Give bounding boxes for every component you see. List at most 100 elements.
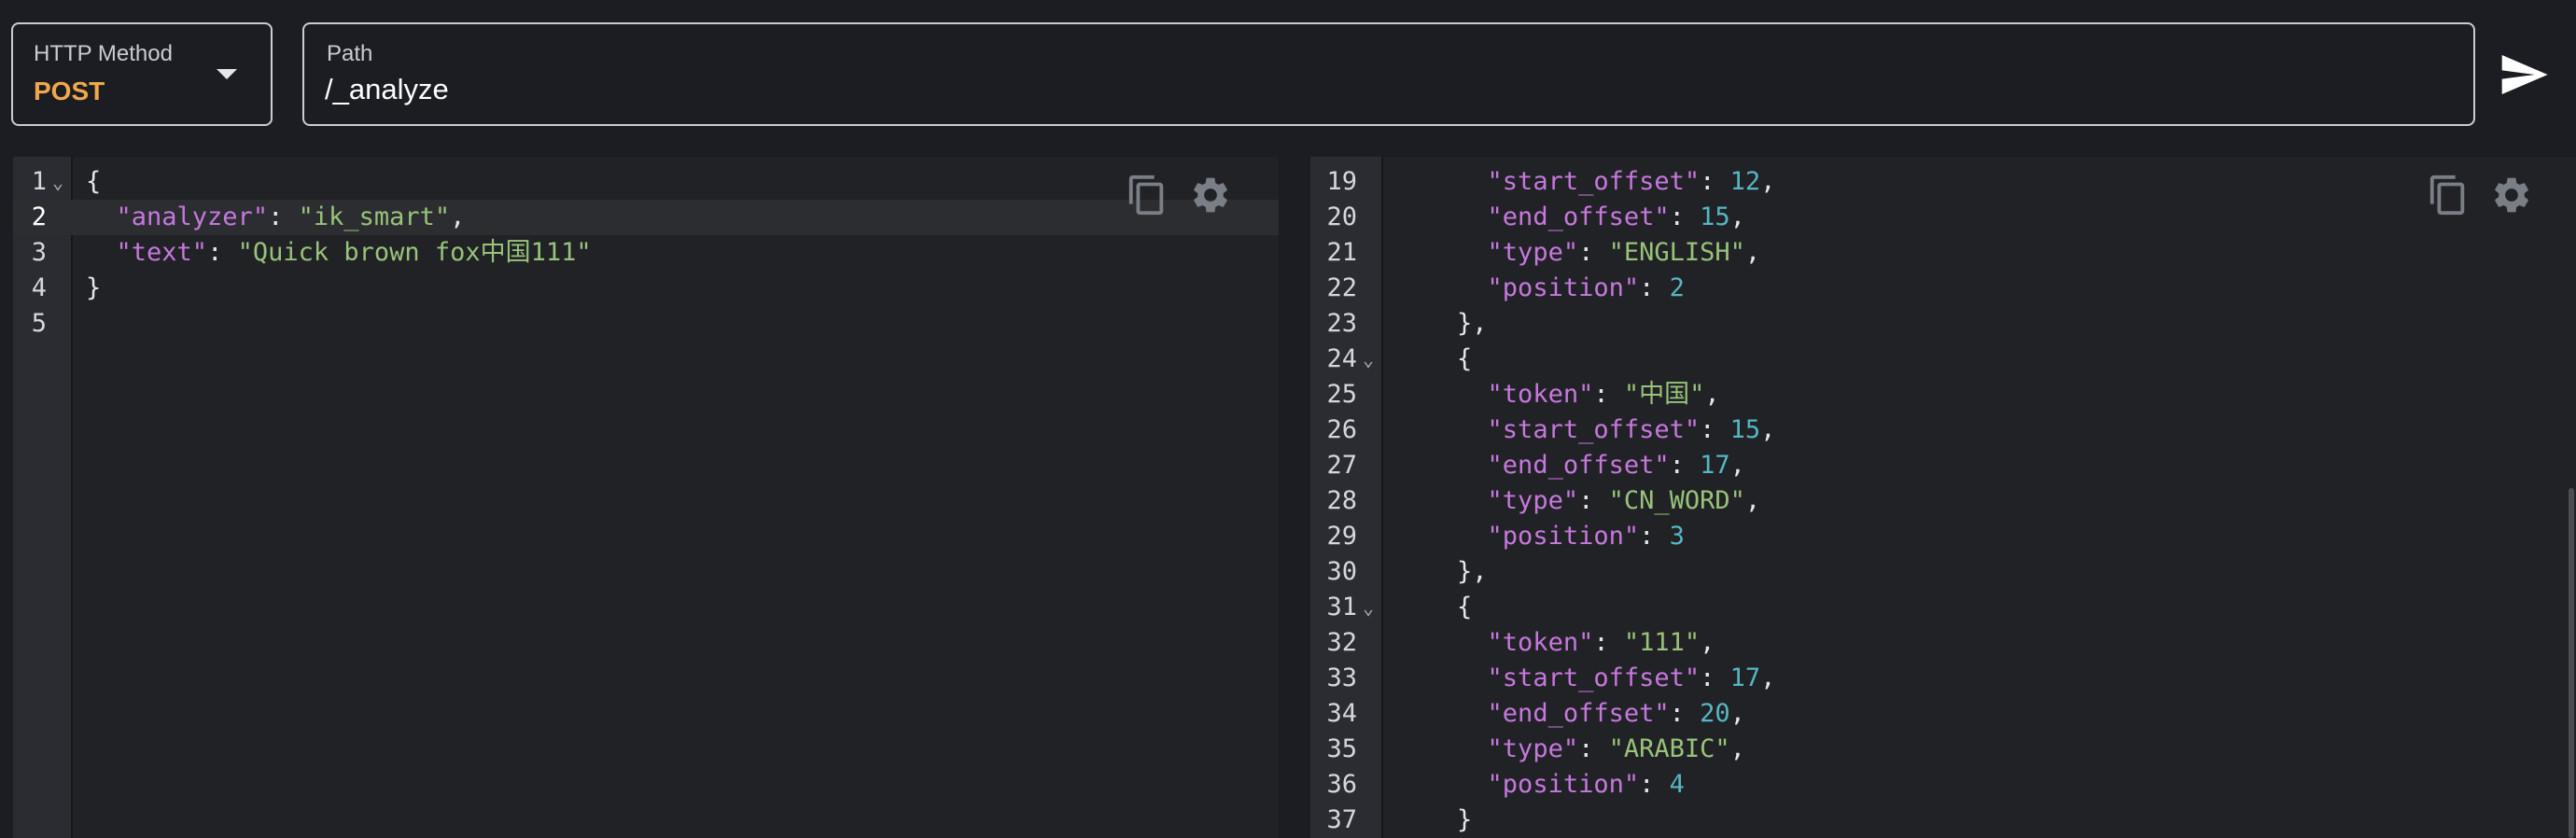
http-method-value: POST — [34, 77, 105, 105]
code-text: "start_offset": 17, — [1396, 661, 1776, 696]
copy-response-button[interactable] — [2427, 174, 2470, 216]
code-line[interactable]: 30 }, — [1310, 554, 2576, 590]
request-settings-button[interactable] — [1189, 174, 1232, 216]
path-field[interactable]: Path — [302, 22, 2475, 126]
code-line[interactable]: 31 ⌄ { — [1310, 590, 2576, 625]
json-string: "ARABIC" — [1608, 734, 1730, 763]
json-string: "CN_WORD" — [1608, 486, 1745, 515]
code-line[interactable]: 24 ⌄ { — [1310, 342, 2576, 377]
json-punctuation: , — [1760, 415, 1776, 444]
code-line[interactable]: 33 "start_offset": 17, — [1310, 661, 2576, 696]
json-key: "start_offset" — [1487, 663, 1701, 692]
chevron-down-icon[interactable] — [217, 69, 237, 79]
json-punctuation: : — [1639, 770, 1670, 799]
json-number: 12 — [1729, 167, 1761, 196]
code-line[interactable]: 2 "analyzer": "ik_smart", — [13, 200, 1279, 235]
code-line[interactable]: 20 "end_offset": 15, — [1310, 200, 2576, 235]
json-punctuation: , — [1744, 486, 1761, 515]
code-text: "type": "CN_WORD", — [1396, 483, 1761, 519]
line-number: 33 — [1326, 663, 1357, 692]
json-key: "position" — [1487, 273, 1640, 302]
json-key: "text" — [116, 238, 208, 267]
line-number: 32 — [1326, 628, 1357, 657]
json-key: "type" — [1487, 486, 1579, 515]
response-scrollbar[interactable] — [2565, 157, 2576, 838]
json-punctuation: : — [1669, 203, 1701, 231]
request-editor-lines[interactable]: 1 ⌄{2 "analyzer": "ik_smart", 3 "text": "Q… — [13, 164, 1279, 342]
code-line[interactable]: 26 "start_offset": 15, — [1310, 412, 2576, 448]
json-punctuation: : — [268, 203, 299, 231]
code-text: } — [86, 271, 101, 306]
fold-chevron-icon[interactable]: ⌄ — [1363, 342, 1374, 377]
code-line[interactable]: 28 "type": "CN_WORD", — [1310, 483, 2576, 519]
json-punctuation — [1396, 699, 1488, 728]
line-number: 36 — [1326, 770, 1357, 799]
send-icon — [2501, 55, 2548, 94]
json-punctuation: , — [1729, 451, 1745, 480]
request-editor[interactable]: 1 ⌄{2 "analyzer": "ik_smart", 3 "text": "Q… — [13, 157, 1279, 838]
code-text: "start_offset": 12, — [1396, 164, 1776, 200]
line-number: 37 — [1326, 805, 1357, 834]
code-line[interactable]: 5 — [13, 306, 1279, 342]
line-number: 34 — [1326, 699, 1357, 728]
code-text: "end_offset": 20, — [1396, 696, 1745, 732]
fold-chevron-icon[interactable]: ⌄ — [1363, 590, 1374, 625]
code-line[interactable]: 23 }, — [1310, 306, 2576, 342]
response-editor-lines[interactable]: 19 "start_offset": 12, 20 "end_offset": 1… — [1310, 164, 2576, 838]
json-punctuation: , — [1704, 380, 1720, 409]
json-string: "111" — [1623, 628, 1701, 657]
http-method-select[interactable]: HTTP Method POST — [11, 22, 273, 126]
json-number: 15 — [1729, 415, 1761, 444]
code-text: "analyzer": "ik_smart", — [86, 200, 466, 235]
json-key: "token" — [1487, 380, 1594, 409]
json-punctuation: : — [1700, 415, 1730, 444]
json-punctuation — [1396, 486, 1488, 515]
json-punctuation: , — [1744, 238, 1761, 267]
response-scroll-thumb[interactable] — [2569, 488, 2574, 838]
code-line[interactable]: 27 "end_offset": 17, — [1310, 448, 2576, 483]
json-punctuation: : — [1578, 734, 1609, 763]
code-line[interactable]: 34 "end_offset": 20, — [1310, 696, 2576, 732]
gear-icon — [2495, 177, 2528, 213]
code-text: "token": "111", — [1396, 625, 1715, 661]
json-punctuation: }, — [1396, 309, 1488, 338]
code-line[interactable]: 4} — [13, 271, 1279, 306]
copy-request-button[interactable] — [1126, 174, 1169, 216]
json-punctuation — [1396, 734, 1488, 763]
send-button[interactable] — [2498, 49, 2550, 101]
line-number: 5 — [31, 309, 47, 338]
code-text: }, — [1396, 554, 1488, 590]
code-line[interactable]: 32 "token": "111", — [1310, 625, 2576, 661]
code-line[interactable]: 21 "type": "ENGLISH", — [1310, 235, 2576, 271]
fold-chevron-icon[interactable]: ⌄ — [52, 164, 63, 200]
response-editor[interactable]: 19 "start_offset": 12, 20 "end_offset": 1… — [1310, 157, 2576, 838]
code-line[interactable]: 1 ⌄ { — [13, 164, 1279, 200]
line-number: 22 — [1326, 273, 1357, 302]
json-punctuation — [86, 238, 117, 267]
code-line[interactable]: 25 "token": "中国", — [1310, 377, 2576, 412]
json-key: "end_offset" — [1487, 451, 1670, 480]
json-key: "start_offset" — [1487, 167, 1701, 196]
line-number: 21 — [1326, 238, 1357, 267]
response-settings-button[interactable] — [2490, 174, 2533, 216]
json-number: 4 — [1669, 770, 1685, 799]
code-line[interactable]: 22 "position": 2 — [1310, 271, 2576, 306]
code-line[interactable]: 35 "type": "ARABIC", — [1310, 732, 2576, 767]
json-number: 17 — [1729, 663, 1761, 692]
line-number: 19 — [1326, 167, 1357, 196]
code-line[interactable]: 3 "text": "Quick brown fox中国111" — [13, 235, 1279, 271]
json-punctuation: : — [1639, 273, 1670, 302]
code-line[interactable]: 19 "start_offset": 12, — [1310, 164, 2576, 200]
line-number: 4 — [31, 273, 47, 302]
code-text: "token": "中国", — [1396, 377, 1720, 412]
json-punctuation: }, — [1396, 557, 1488, 586]
json-punctuation — [1396, 770, 1488, 799]
code-text: "start_offset": 15, — [1396, 412, 1776, 448]
code-line[interactable]: 29 "position": 3 — [1310, 519, 2576, 554]
json-number: 15 — [1700, 203, 1730, 231]
json-number: 3 — [1669, 522, 1685, 551]
json-key: "start_offset" — [1487, 415, 1701, 444]
code-line[interactable]: 37 } — [1310, 803, 2576, 838]
code-line[interactable]: 36 "position": 4 — [1310, 767, 2576, 803]
path-input[interactable] — [325, 73, 2378, 106]
